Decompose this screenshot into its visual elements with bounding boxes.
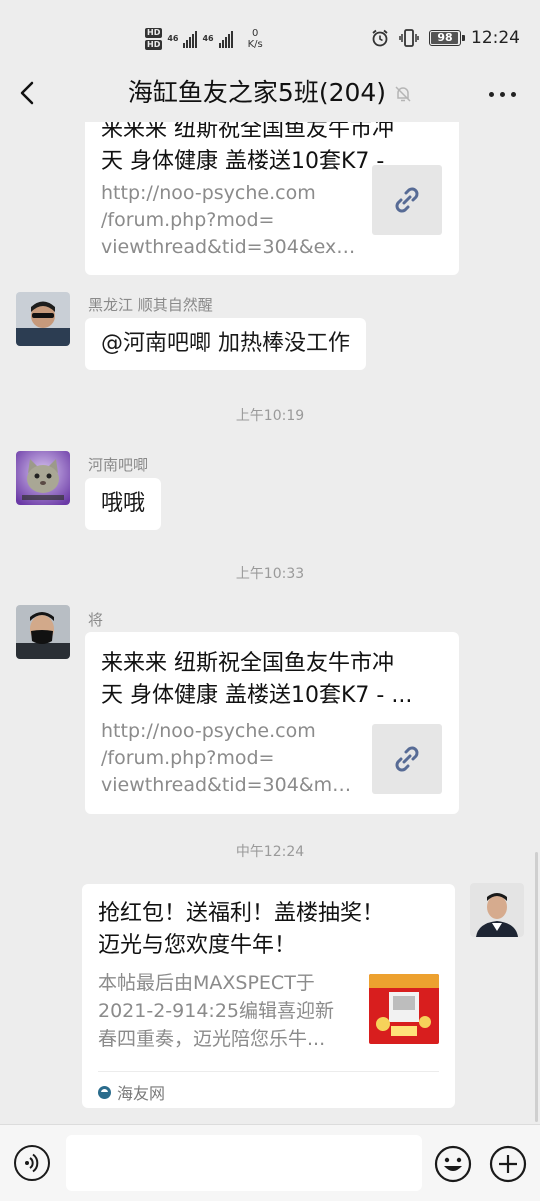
avatar[interactable] (470, 883, 524, 937)
source-name: 海友网 (117, 1084, 166, 1103)
source-row: 海友网 (98, 1080, 165, 1104)
network-type-2: 46 (202, 34, 214, 43)
link-card-description: 本帖最后由MAXSPECT于 2021-2-914:25编辑喜迎新 春四重奏，迈… (98, 972, 334, 1050)
avatar[interactable] (16, 292, 70, 346)
avatar[interactable] (16, 451, 70, 505)
link-card-description: http://noo-psyche.com /forum.php?mod= vi… (101, 182, 357, 258)
link-icon (395, 187, 419, 213)
promo-image (369, 974, 439, 1044)
sender-name: 黑龙江 顺其自然醒 (88, 296, 213, 314)
alarm-icon (372, 29, 388, 47)
timestamp: 上午10:33 (235, 566, 305, 582)
more-options-button[interactable] (489, 92, 516, 97)
network-type-1: 46 (167, 34, 179, 43)
voice-input-button[interactable] (14, 1145, 50, 1181)
clock: 12:24 (471, 28, 520, 48)
input-bar (0, 1124, 540, 1201)
more-dot-icon (511, 92, 516, 97)
timestamp: 中午12:24 (235, 844, 305, 860)
plus-icon[interactable] (489, 1145, 527, 1183)
battery-level: 98 (437, 31, 453, 44)
link-card-description: http://noo-psyche.com /forum.php?mod= vi… (101, 720, 357, 796)
card-divider (98, 1071, 439, 1072)
more-dot-icon (489, 92, 494, 97)
link-card-message[interactable]: 抢红包！送福利！盖楼抽奖！ 迈光与您欢度牛年！ 本帖最后由MAXSPECT于 2… (82, 884, 455, 1108)
more-dot-icon (500, 92, 505, 97)
own-avatar-image (470, 883, 524, 937)
chat-header: 海缸鱼友之家5班(204) (0, 66, 540, 122)
mute-bell-icon (395, 86, 411, 102)
link-card-title: 来来来 纽斯祝全国鱼友牛市冲 天 身体健康 盖楼送10套K7 - ... (101, 651, 413, 708)
speed-unit: K/s (247, 39, 263, 50)
battery-icon: 98 (429, 30, 465, 46)
source-logo-icon (98, 1085, 111, 1099)
text-message-bubble[interactable]: 哦哦 (85, 478, 162, 530)
vibrate-icon (399, 29, 419, 47)
status-right: 98 12:24 (371, 28, 520, 48)
user-avatar-image (16, 292, 70, 346)
hd-badge-1: HD (145, 28, 163, 38)
avatar[interactable] (16, 605, 70, 659)
network-speed: 0 K/s (248, 28, 263, 50)
network-indicators: HD HD 46 46 0 K/s (145, 24, 263, 54)
signal-icon-2 (218, 30, 233, 48)
sender-name: 将 (88, 611, 104, 629)
message-input[interactable] (66, 1135, 422, 1191)
speed-value: 0 (252, 28, 259, 39)
message-text: 哦哦 (101, 491, 146, 516)
link-icon (395, 746, 419, 772)
scrollbar[interactable] (535, 852, 538, 1122)
link-thumbnail (372, 724, 442, 794)
link-card-title: 抢红包！送福利！盖楼抽奖！ 迈光与您欢度牛年！ (98, 901, 385, 958)
message-text: @河南吧唧 加热棒没工作 (101, 331, 350, 356)
signal-icon-1 (183, 30, 198, 48)
chat-title-wrap: 海缸鱼友之家5班(204) (0, 76, 540, 110)
text-message-bubble[interactable]: @河南吧唧 加热棒没工作 (85, 318, 366, 370)
article-thumbnail (369, 974, 439, 1044)
hd-badge-2: HD (145, 40, 163, 50)
chat-title: 海缸鱼友之家5班(204) (127, 78, 387, 107)
masked-user-avatar-image (16, 605, 70, 659)
link-thumbnail (372, 165, 442, 235)
cat-avatar-image (16, 451, 70, 505)
link-card-message[interactable]: 来来来 纽斯祝全国鱼友牛市冲 天 身体健康 盖楼送10套K7 - ... htt… (85, 122, 459, 275)
emoji-icon[interactable] (434, 1145, 472, 1183)
message-list[interactable]: 来来来 纽斯祝全国鱼友牛市冲 天 身体健康 盖楼送10套K7 - ... htt… (0, 122, 540, 1124)
sender-name: 河南吧唧 (88, 456, 149, 474)
voice-icon (25, 1153, 39, 1173)
hd-indicator: HD HD (145, 28, 163, 50)
link-card-message[interactable]: 来来来 纽斯祝全国鱼友牛市冲 天 身体健康 盖楼送10套K7 - ... htt… (85, 632, 459, 814)
timestamp: 上午10:19 (235, 408, 305, 424)
